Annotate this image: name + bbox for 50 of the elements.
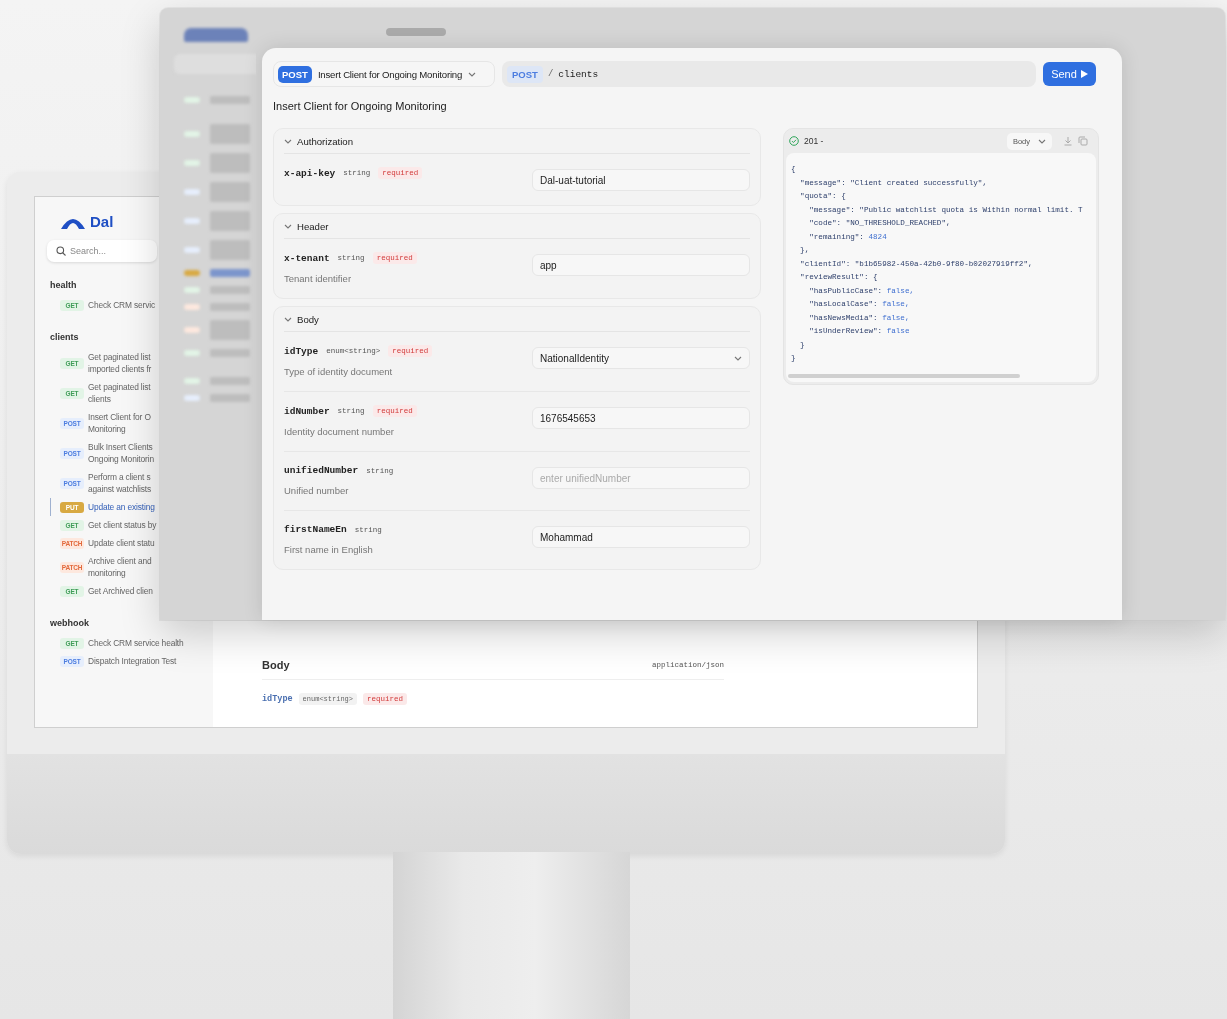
chevron-icon [284,138,292,144]
chevron-icon [284,316,292,322]
endpoint-dropdown[interactable]: POST Insert Client for Ongoing Monitoring [273,61,495,87]
blurred-heading-drawing [386,28,446,36]
field-name: idType [284,345,319,357]
request-title: Insert Client for Ongoing Monitoring [273,100,448,112]
download-icon [1063,136,1073,146]
status-code: 201 - [804,136,825,146]
chevron-icon [284,223,292,229]
search-field[interactable]: Search... [47,240,157,262]
copy-icon [1078,136,1088,146]
logo-text: Dal [90,214,114,229]
scrollbar[interactable] [788,373,1020,378]
field-description: Unified number [284,485,350,496]
field-name: idNumber [284,405,330,417]
url-path: clients [558,68,599,80]
field-name: firstNameEn [284,524,347,535]
field-description: Identity document number [284,426,395,437]
field-name: idType [262,694,293,704]
play-icon [1080,70,1088,78]
group-label: health [50,280,77,290]
group-label: webhook [50,618,89,628]
field-name: x-tenant [284,252,330,264]
search-icon [56,246,66,256]
input-field[interactable]: enter unifiedNumber [532,467,750,489]
input-field[interactable]: Mohammad [532,526,750,548]
chevron-icon [468,71,477,77]
method-tag: POST [278,65,312,83]
chevron-icon [1038,138,1046,144]
field-name: unifiedNumber [284,465,359,476]
field-description: Tenant identifier [284,273,353,284]
input-field[interactable]: 1676545653 [532,407,750,429]
section-header[interactable]: Authorization [284,129,750,154]
chevron-icon [734,355,742,361]
section-header[interactable]: Header [284,214,750,239]
field-description: First name in English [284,544,374,555]
group-label: clients [50,332,79,342]
path-separator: / [547,69,554,79]
section-header[interactable]: Body [284,307,750,332]
select-field[interactable]: NationalIdentity [532,347,750,369]
input-field[interactable]: app [532,254,750,276]
field-description: Type of identity document [284,366,394,377]
endpoint-label: Insert Client for Ongoing Monitoring [317,68,463,80]
field-name: x-api-key [284,167,336,179]
method-tag: POST [507,65,543,83]
url-field[interactable]: POST / clients [502,61,1036,87]
check-circle-icon [789,136,799,146]
send-button[interactable]: Send [1043,62,1096,86]
input-field[interactable]: Dal-uat-tutorial [532,169,750,191]
section-title: Body [262,659,290,671]
